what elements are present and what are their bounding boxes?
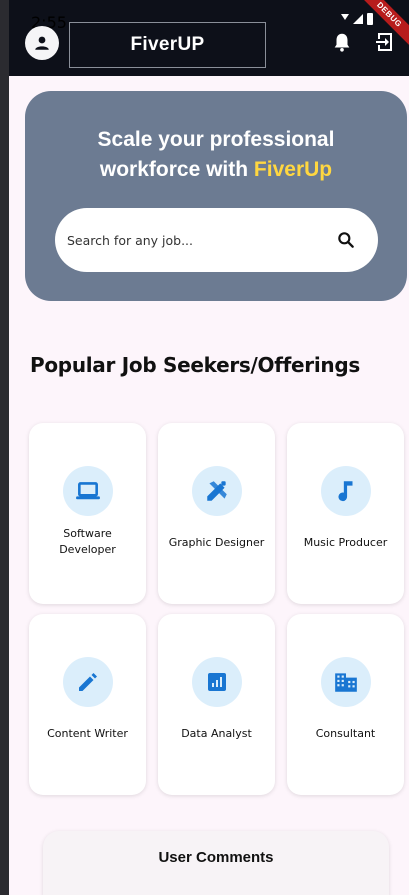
category-icon-wrap	[62, 657, 113, 707]
category-icon-wrap	[191, 466, 242, 516]
category-label: Music Producer	[303, 536, 388, 549]
hero-title-line2: workforce with FiverUp	[25, 155, 407, 185]
user-comments-card: User Comments	[43, 831, 389, 895]
hero-title-accent: FiverUp	[253, 158, 333, 181]
profile-avatar[interactable]	[25, 26, 59, 60]
music-note-icon	[337, 481, 352, 502]
category-card-software-developer[interactable]: Software Developer	[29, 423, 146, 604]
category-label: Data Analyst	[181, 727, 252, 740]
category-card-graphic-designer[interactable]: Graphic Designer	[158, 423, 275, 604]
laptop-icon	[75, 482, 100, 500]
business-building-icon	[334, 673, 357, 692]
category-icon-wrap	[191, 657, 242, 707]
category-icon-wrap	[62, 466, 113, 516]
category-card-consultant[interactable]: Consultant	[287, 614, 404, 795]
pencil-icon	[78, 673, 97, 691]
category-icon-wrap	[320, 657, 371, 707]
category-label: Content Writer	[47, 727, 128, 740]
logout-icon[interactable]	[373, 30, 397, 54]
person-icon	[35, 36, 49, 50]
app-title: FiverUP	[69, 22, 266, 68]
category-label: Software Developer	[33, 526, 142, 558]
category-card-content-writer[interactable]: Content Writer	[29, 614, 146, 795]
section-title: Popular Job Seekers/Offerings	[30, 353, 360, 377]
search-input[interactable]: Search for any job...	[67, 233, 336, 248]
hero-banner: Scale your professional workforce with F…	[25, 91, 407, 301]
search-bar[interactable]: Search for any job...	[55, 208, 378, 272]
notification-bell-icon[interactable]	[331, 30, 353, 54]
category-label: Consultant	[315, 727, 376, 740]
user-comments-title: User Comments	[158, 849, 274, 866]
category-icon-wrap	[320, 466, 371, 516]
app-screen: 2:55 FiverUP DEBUG Scale your profession…	[9, 0, 409, 895]
category-label: Graphic Designer	[168, 536, 265, 549]
hero-title: Scale your professional workforce with F…	[25, 125, 407, 185]
category-label-line1: Software	[63, 527, 112, 540]
design-tools-icon	[206, 481, 227, 501]
app-bar: 2:55 FiverUP DEBUG	[9, 0, 409, 76]
category-card-music-producer[interactable]: Music Producer	[287, 423, 404, 604]
bar-chart-icon	[207, 673, 226, 691]
category-card-data-analyst[interactable]: Data Analyst	[158, 614, 275, 795]
system-status-icons	[341, 13, 373, 25]
search-icon[interactable]	[336, 230, 356, 250]
hero-title-prefix: workforce with	[99, 158, 254, 181]
category-label-line2: Developer	[59, 543, 116, 556]
hero-title-line1: Scale your professional	[97, 128, 335, 151]
